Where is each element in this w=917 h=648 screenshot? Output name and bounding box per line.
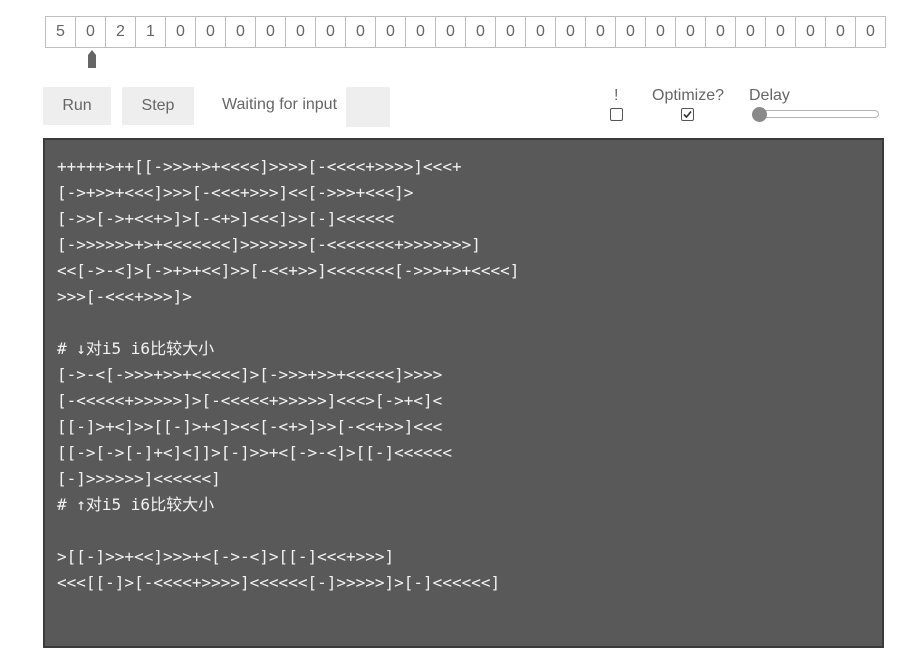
tape-cell: 0 bbox=[166, 17, 196, 47]
run-button[interactable]: Run bbox=[43, 87, 111, 125]
tape-cell: 0 bbox=[76, 17, 106, 47]
tape-cell: 0 bbox=[646, 17, 676, 47]
code-line: [->>>>>>+>+<<<<<<<]>>>>>>>[-<<<<<<<+>>>>… bbox=[57, 235, 481, 254]
tape-cell: 0 bbox=[406, 17, 436, 47]
input-field[interactable] bbox=[346, 87, 390, 127]
tape-cell: 0 bbox=[826, 17, 856, 47]
memory-tape: 5021000000000000000000000000 bbox=[45, 16, 886, 48]
code-editor[interactable]: +++++>++[[->>>+>+<<<<]>>>>[-<<<<+>>>>]<<… bbox=[43, 138, 884, 648]
tape-cell: 0 bbox=[226, 17, 256, 47]
tape-cell: 1 bbox=[136, 17, 166, 47]
tape-cell: 0 bbox=[436, 17, 466, 47]
tape-cell: 0 bbox=[616, 17, 646, 47]
tape-pointer-icon bbox=[88, 50, 96, 68]
delay-slider-handle[interactable] bbox=[752, 107, 767, 122]
tape-cell: 0 bbox=[346, 17, 376, 47]
optimize-checkbox[interactable] bbox=[681, 108, 694, 121]
tape-cell: 0 bbox=[466, 17, 496, 47]
tape-cell: 0 bbox=[316, 17, 346, 47]
tape-cell: 0 bbox=[856, 17, 886, 47]
tape-cell: 0 bbox=[496, 17, 526, 47]
delay-slider[interactable] bbox=[753, 110, 879, 118]
code-line: [[-]>+<]>>[[-]>+<]><<[-<+>]>>[-<<+>>]<<< bbox=[57, 417, 443, 436]
code-line: [->-<[->>>+>>+<<<<<]>[->>>+>>+<<<<<]>>>> bbox=[57, 365, 443, 384]
code-line: [->+>>+<<<]>>>[-<<<+>>>]<<[->>>+<<<]> bbox=[57, 183, 414, 202]
code-content[interactable]: +++++>++[[->>>+>+<<<<]>>>>[-<<<<+>>>>]<<… bbox=[57, 154, 519, 596]
checkmark-icon bbox=[683, 110, 692, 119]
tape-cell: 0 bbox=[286, 17, 316, 47]
tape-cell: 2 bbox=[106, 17, 136, 47]
tape-cell: 0 bbox=[736, 17, 766, 47]
tape-cell: 0 bbox=[676, 17, 706, 47]
code-line: >>>[-<<<+>>>]> bbox=[57, 287, 192, 306]
step-button[interactable]: Step bbox=[122, 87, 194, 125]
tape-cell: 0 bbox=[196, 17, 226, 47]
code-line: <<[->-<]>[->+>+<<]>>[-<<+>>]<<<<<<<[->>>… bbox=[57, 261, 520, 280]
exclaim-label: ! bbox=[614, 87, 619, 104]
tape-cell: 0 bbox=[256, 17, 286, 47]
tape-cell: 0 bbox=[526, 17, 556, 47]
tape-cell: 0 bbox=[796, 17, 826, 47]
delay-label: Delay bbox=[749, 87, 790, 104]
exclaim-checkbox[interactable] bbox=[610, 108, 623, 121]
code-line: <<<[[-]>[-<<<<+>>>>]<<<<<<[-]>>>>>]>[-]<… bbox=[57, 573, 501, 592]
code-line: >[[-]>>+<<]>>>+<[->-<]>[[-]<<<+>>>] bbox=[57, 547, 395, 566]
code-comment-line: # ↑对i5 i6比较大小 bbox=[57, 495, 215, 514]
tape-cell: 0 bbox=[586, 17, 616, 47]
tape-cell: 0 bbox=[766, 17, 796, 47]
tape-cell: 0 bbox=[376, 17, 406, 47]
optimize-label: Optimize? bbox=[652, 87, 725, 104]
code-line: [-]>>>>>>]<<<<<<] bbox=[57, 469, 221, 488]
code-line: [[->[->[-]+<]<]]>[-]>>+<[->-<]>[[-]<<<<<… bbox=[57, 443, 452, 462]
tape-cell: 5 bbox=[46, 17, 76, 47]
tape-cell: 0 bbox=[556, 17, 586, 47]
code-line: [->>[->+<<+>]>[-<+>]<<<]>>[-]<<<<<< bbox=[57, 209, 395, 228]
code-comment-line: # ↓对i5 i6比较大小 bbox=[57, 339, 215, 358]
code-line: +++++>++[[->>>+>+<<<<]>>>>[-<<<<+>>>>]<<… bbox=[57, 157, 462, 176]
tape-cell: 0 bbox=[706, 17, 736, 47]
status-text: Waiting for input bbox=[222, 96, 338, 113]
code-line: [-<<<<<+>>>>>]>[-<<<<<+>>>>>]<<<>[->+<]< bbox=[57, 391, 443, 410]
